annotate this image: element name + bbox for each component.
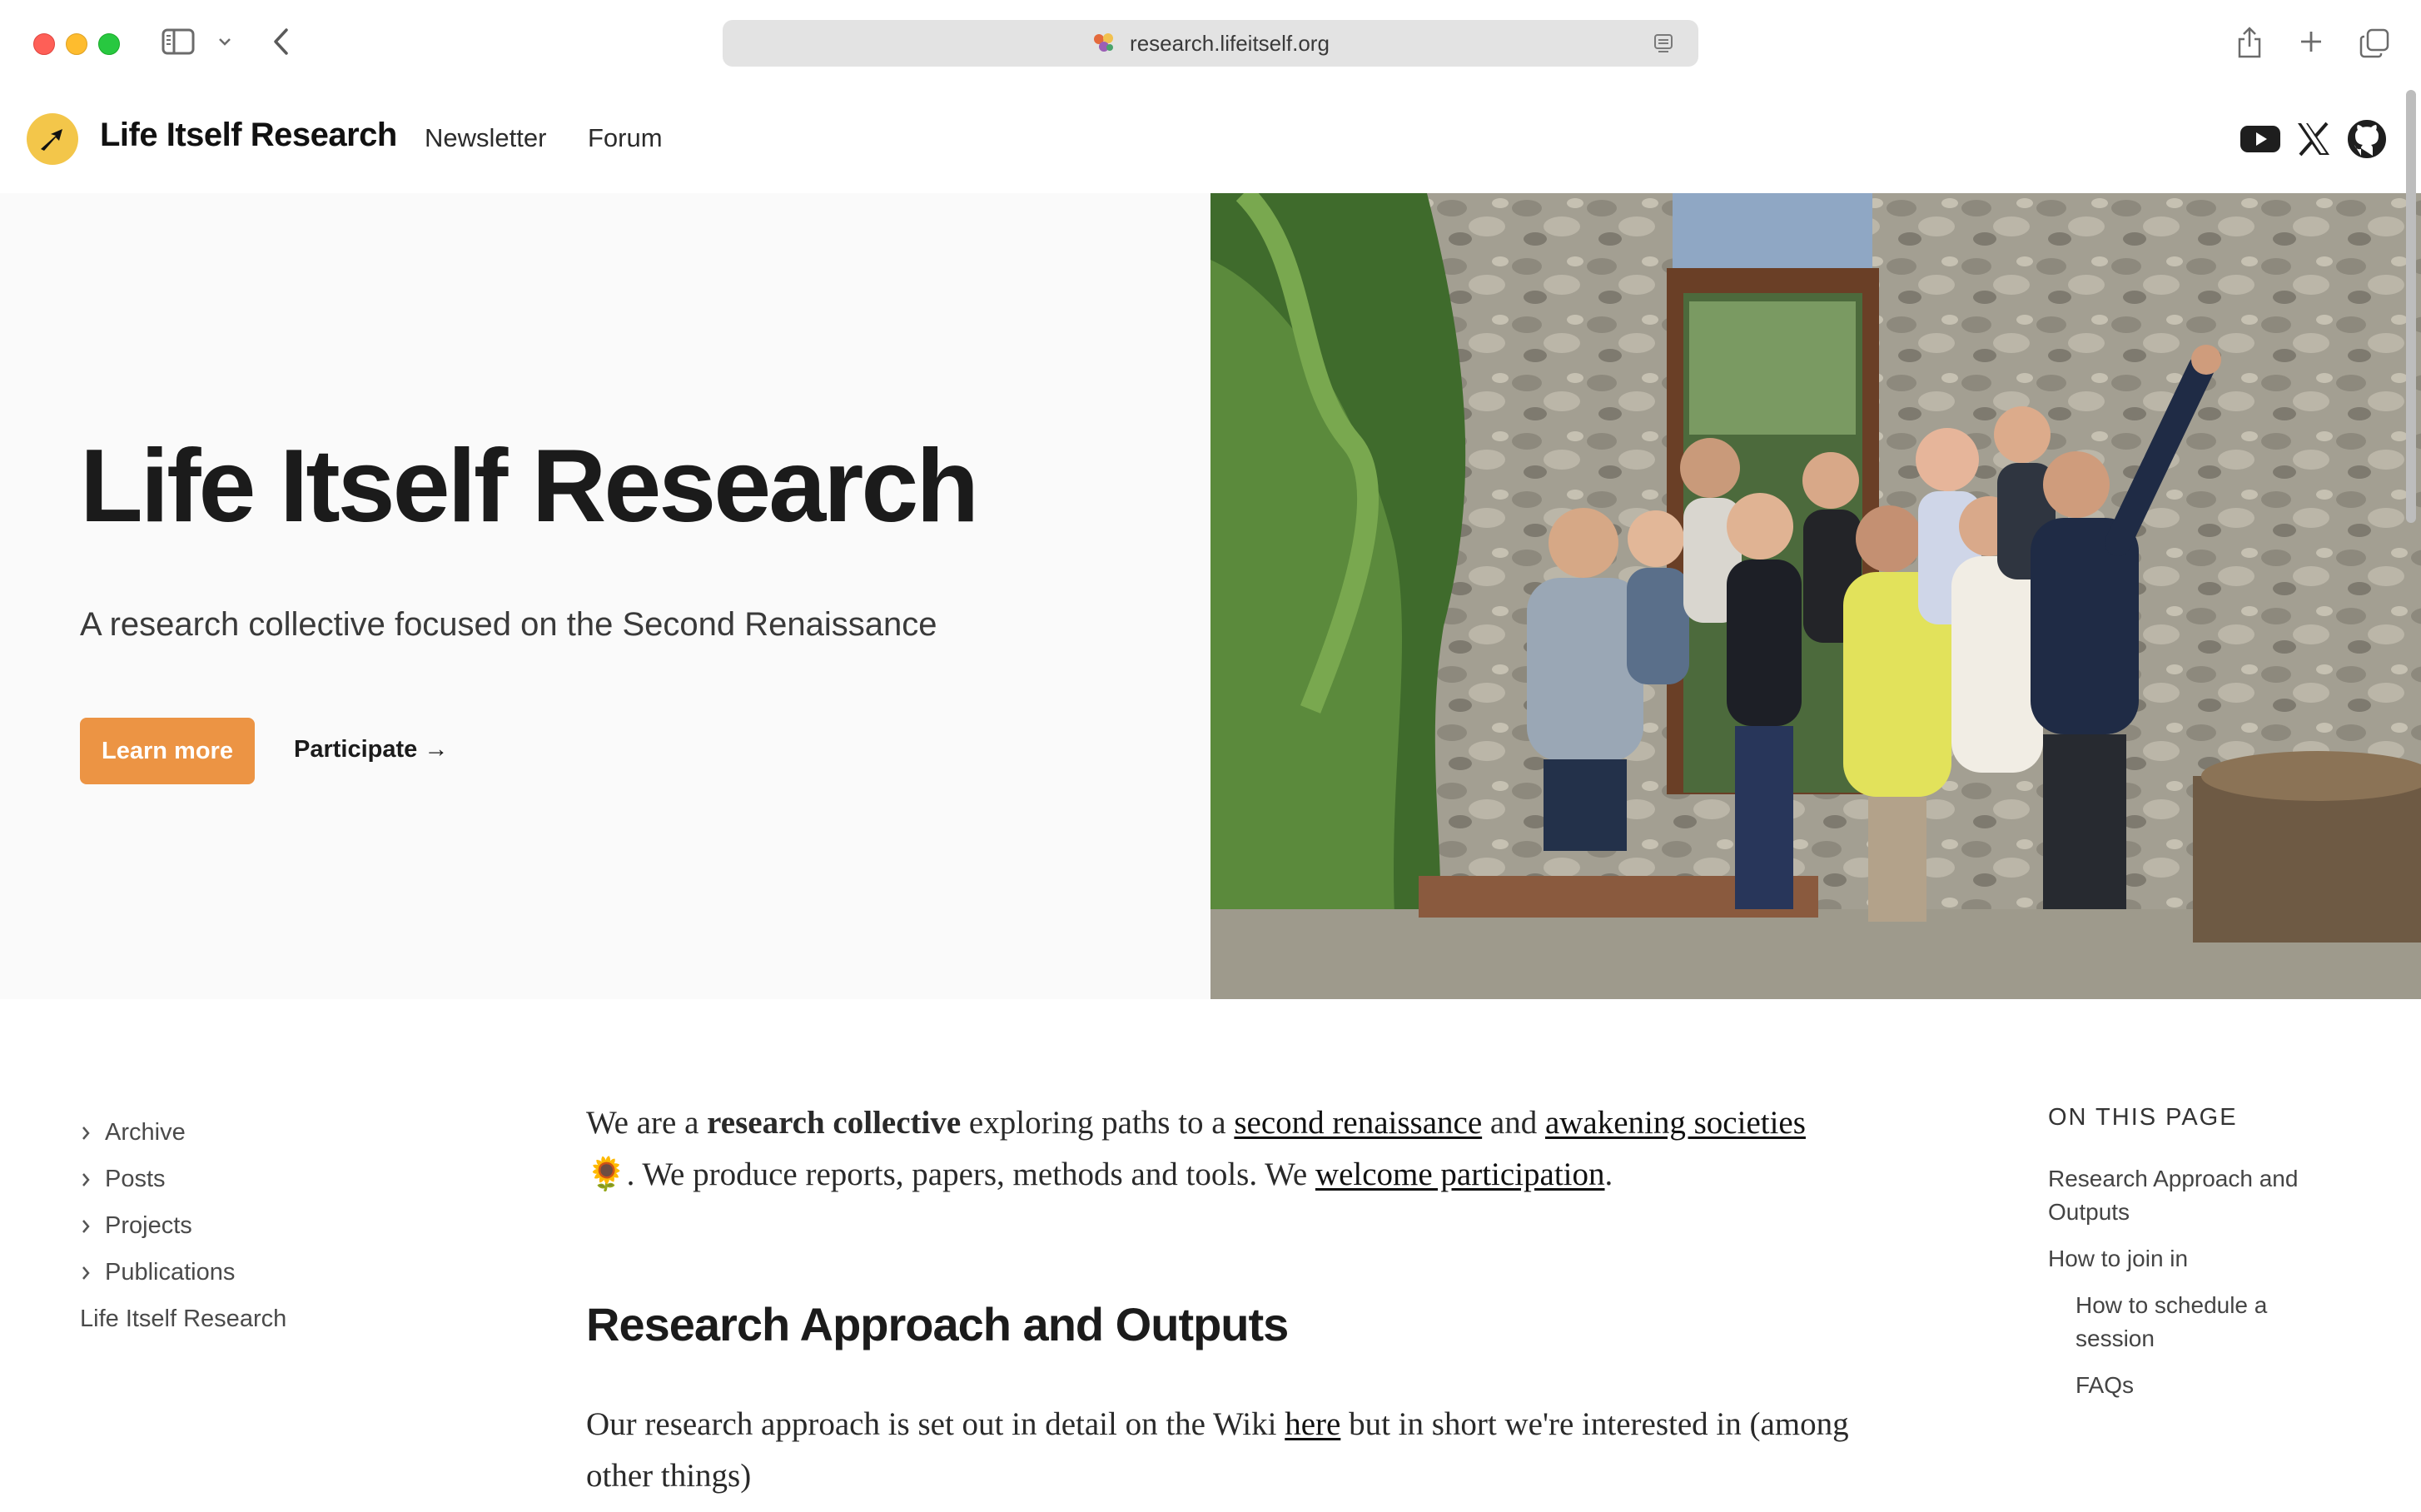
toc-item-schedule-session[interactable]: How to schedule a session (2075, 1289, 2325, 1355)
x-icon[interactable] (2293, 118, 2334, 160)
sidebar-item-label: Projects (105, 1212, 192, 1239)
nav-forum-link[interactable]: Forum (588, 123, 663, 153)
sidebar-item-projects[interactable]: Projects (80, 1212, 192, 1240)
hero-group-photo (1210, 193, 2421, 999)
welcome-participation-link[interactable]: welcome participation (1315, 1156, 1605, 1192)
url-text: research.lifeitself.org (1130, 30, 1330, 56)
approach-text: Our research approach is set out in deta… (586, 1406, 1285, 1442)
intro-text: . We produce reports, papers, methods an… (626, 1156, 1315, 1192)
youtube-icon[interactable] (2240, 118, 2281, 160)
sidebar-item-publications[interactable]: Publications (80, 1259, 235, 1286)
section-heading: Research Approach and Outputs (586, 1298, 1289, 1350)
intro-text: exploring paths to a (961, 1105, 1235, 1141)
hero-text-panel: Life Itself Research A research collecti… (0, 193, 1210, 999)
intro-text: and (1482, 1105, 1545, 1141)
tab-overview-icon[interactable] (2356, 25, 2393, 62)
learn-more-button[interactable]: Learn more (80, 718, 255, 784)
approach-paragraph: Our research approach is set out in deta… (586, 1399, 1918, 1502)
new-tab-icon[interactable] (2294, 25, 2328, 58)
nav-newsletter-link[interactable]: Newsletter (425, 123, 546, 153)
site-logo[interactable] (27, 113, 78, 165)
page-scrollbar[interactable] (2406, 90, 2416, 523)
sidebar-item-label: Publications (105, 1259, 236, 1286)
intro-paragraph: We are a research collective exploring p… (586, 1097, 1918, 1201)
sunflower-icon: 🌻 (586, 1156, 627, 1192)
toc-item-how-to-join[interactable]: How to join in (2048, 1242, 2348, 1276)
awakening-societies-link[interactable]: awakening societies (1545, 1105, 1806, 1141)
close-window-button[interactable] (33, 33, 55, 55)
toc-heading: ON THIS PAGE (2048, 1104, 2238, 1131)
second-renaissance-link[interactable]: second renaissance (1234, 1105, 1482, 1141)
chevron-right-icon (82, 1172, 90, 1186)
zoom-window-button[interactable] (98, 33, 120, 55)
wiki-here-link[interactable]: here (1285, 1406, 1340, 1442)
reader-mode-icon[interactable] (1652, 32, 1675, 55)
toc-item-faqs[interactable]: FAQs (2075, 1369, 2325, 1402)
group-photo-image (1210, 193, 2421, 999)
intro-bold-text: research collective (707, 1105, 962, 1141)
site-header: Life Itself Research Newsletter Forum (0, 85, 2421, 193)
sidebar-item-label: Archive (105, 1119, 186, 1146)
sidebar-item-archive[interactable]: Archive (80, 1119, 186, 1146)
chevron-right-icon (82, 1266, 90, 1280)
hero-title: Life Itself Research (80, 429, 979, 544)
hero-section: Life Itself Research A research collecti… (0, 193, 2421, 999)
sidebar-toggle-icon[interactable] (160, 25, 196, 58)
swift-bird-icon (41, 129, 62, 151)
sidebar-item-home[interactable]: Life Itself Research (80, 1306, 286, 1333)
sidebar-item-label: Posts (105, 1166, 166, 1192)
share-icon[interactable] (2233, 23, 2266, 62)
chevron-down-icon[interactable] (215, 30, 235, 53)
address-bar[interactable]: research.lifeitself.org (723, 20, 1698, 67)
browser-toolbar: research.lifeitself.org (0, 0, 2421, 85)
chevron-right-icon (82, 1126, 90, 1140)
minimize-window-button[interactable] (66, 33, 87, 55)
github-icon[interactable] (2346, 118, 2388, 160)
chevron-right-icon (82, 1219, 90, 1233)
intro-text: . (1604, 1156, 1613, 1192)
toc-item-research-approach[interactable]: Research Approach and Outputs (2048, 1162, 2348, 1229)
site-favicon-icon (1094, 33, 1114, 52)
intro-text: We are a (586, 1105, 708, 1141)
back-arrow-icon[interactable] (265, 23, 298, 60)
participate-link[interactable]: Participate → (294, 736, 448, 763)
hero-subtitle: A research collective focused on the Sec… (80, 606, 937, 643)
site-title-link[interactable]: Life Itself Research (100, 117, 397, 154)
sidebar-item-posts[interactable]: Posts (80, 1166, 166, 1193)
